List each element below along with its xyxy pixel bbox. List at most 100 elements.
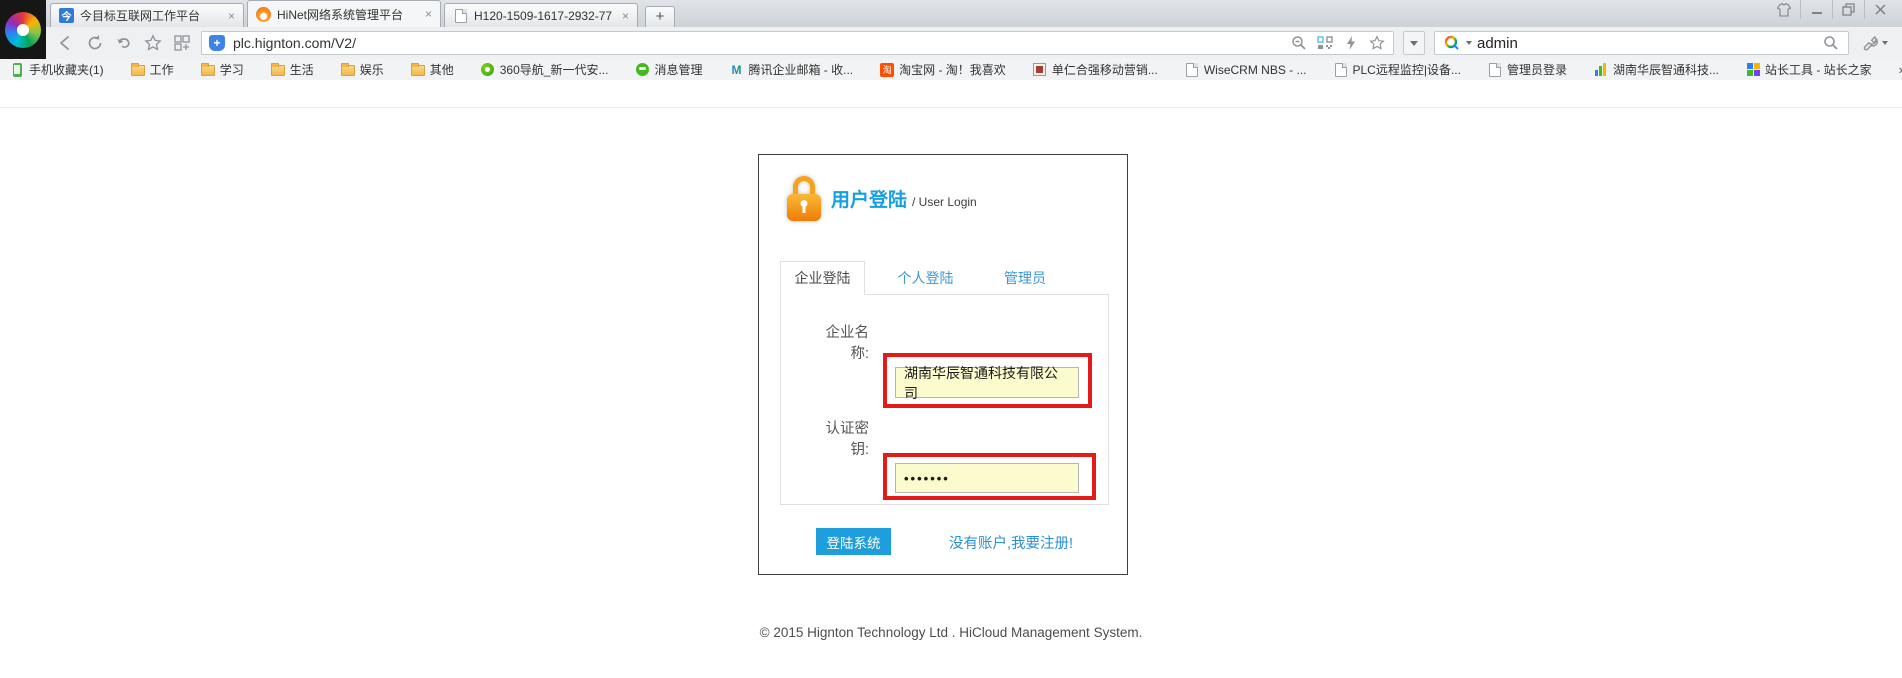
- search-box[interactable]: admin: [1434, 31, 1849, 55]
- undo-icon[interactable]: [114, 33, 134, 53]
- folder-icon: [201, 63, 215, 77]
- bookmark-label: 湖南华辰智通科技...: [1613, 61, 1719, 78]
- site-security-shield-icon[interactable]: [209, 35, 225, 51]
- bookmark-folder-work[interactable]: 工作: [131, 61, 174, 78]
- back-icon[interactable]: [56, 33, 76, 53]
- tab-hinet-active[interactable]: HiNet网络系统管理平台 ×: [247, 0, 441, 27]
- bookmark-label: 管理员登录: [1507, 61, 1567, 78]
- login-title-en: / User Login: [912, 195, 977, 209]
- tab-admin-login[interactable]: 管理员: [990, 261, 1060, 295]
- browser-window: 今 今目标互联网工作平台 × HiNet网络系统管理平台 × H120-1509…: [0, 0, 1902, 678]
- tab-strip: 今 今目标互联网工作平台 × HiNet网络系统管理平台 × H120-1509…: [0, 0, 1902, 27]
- auth-key-input[interactable]: •••••••: [895, 463, 1079, 493]
- favorites-star-icon[interactable]: [143, 33, 163, 53]
- blank-page-favicon: [453, 8, 468, 23]
- search-go-icon[interactable]: [1822, 34, 1840, 52]
- copyright-footer: © 2015 Hignton Technology Ltd . HiCloud …: [0, 625, 1902, 640]
- address-dropdown-button[interactable]: [1403, 31, 1425, 55]
- tab-enterprise-login[interactable]: 企业登陆: [780, 261, 865, 295]
- auth-key-label: 认证密钥:: [819, 419, 869, 461]
- register-link[interactable]: 没有账户,我要注册!: [949, 532, 1073, 553]
- tab-h120[interactable]: H120-1509-1617-2932-77 ×: [444, 3, 638, 27]
- photo-icon: [1033, 63, 1047, 77]
- bookmark-label: 腾讯企业邮箱 - 收...: [748, 61, 853, 78]
- message-icon: [635, 63, 649, 77]
- folder-icon: [131, 63, 145, 77]
- address-bar[interactable]: plc.hignton.com/V2/: [201, 31, 1394, 55]
- refresh-icon[interactable]: [85, 33, 105, 53]
- grid-icon: [1746, 63, 1760, 77]
- bookmark-label: PLC远程监控|设备...: [1353, 61, 1461, 78]
- web-page: 用户登陆 / User Login 企业登陆 个人登陆 管理员 企业名称: 湖南…: [0, 80, 1902, 678]
- toolbar: plc.hignton.com/V2/: [0, 27, 1902, 59]
- browser-chrome: 今 今目标互联网工作平台 × HiNet网络系统管理平台 × H120-1509…: [0, 0, 1902, 80]
- company-name-input[interactable]: 湖南华辰智通科技有限公司: [895, 367, 1079, 398]
- bookmark-webmaster-tools[interactable]: 站长工具 - 站长之家: [1746, 61, 1872, 78]
- browser-logo-button[interactable]: [0, 0, 46, 59]
- bookmark-360-nav[interactable]: 360导航_新一代安...: [481, 61, 609, 78]
- page-icon: [1185, 63, 1199, 77]
- window-controls: [1768, 0, 1896, 19]
- bookmark-plc-monitor[interactable]: PLC远程监控|设备...: [1334, 61, 1461, 78]
- qr-code-icon[interactable]: [1316, 34, 1334, 52]
- bookmark-folder-fun[interactable]: 娱乐: [341, 61, 384, 78]
- bookmark-wisecrm[interactable]: WiseCRM NBS - ...: [1185, 63, 1307, 77]
- bookmark-label: 站长工具 - 站长之家: [1765, 61, 1872, 78]
- login-tabs: 企业登陆 个人登陆 管理员: [780, 261, 1060, 295]
- close-window-icon[interactable]: [1864, 0, 1896, 19]
- lightning-turbo-icon[interactable]: [1342, 34, 1360, 52]
- new-tab-button[interactable]: +: [645, 6, 675, 27]
- tab-close-icon[interactable]: ×: [226, 9, 237, 23]
- search-input[interactable]: admin: [1477, 35, 1817, 52]
- bookmark-folder-other[interactable]: 其他: [411, 61, 454, 78]
- restore-icon[interactable]: [1832, 0, 1864, 19]
- settings-wrench-button[interactable]: [1858, 35, 1892, 52]
- tab-title: HiNet网络系统管理平台: [277, 6, 417, 23]
- bookmark-taobao[interactable]: 淘 淘宝网 - 淘！我喜欢: [880, 61, 1006, 78]
- tab-title: 今目标互联网工作平台: [80, 7, 220, 24]
- bar-chart-icon: [1594, 63, 1608, 77]
- bookmark-label: 单仁合强移动营销...: [1052, 61, 1158, 78]
- jinmubiao-favicon: 今: [59, 8, 74, 23]
- 360-nav-icon: [481, 63, 495, 77]
- bookmark-mobile-favorites[interactable]: 手机收藏夹(1): [10, 61, 104, 78]
- search-engine-dropdown-icon[interactable]: [1466, 41, 1472, 45]
- bookmark-message-mgmt[interactable]: 消息管理: [635, 61, 702, 78]
- bookmark-label: WiseCRM NBS - ...: [1204, 63, 1307, 77]
- bookmark-admin-login[interactable]: 管理员登录: [1488, 61, 1567, 78]
- tab-title: H120-1509-1617-2932-77: [474, 9, 614, 23]
- login-title: 用户登陆 / User Login: [831, 185, 977, 212]
- folder-icon: [341, 63, 355, 77]
- tab-jinmubiao[interactable]: 今 今目标互联网工作平台 ×: [50, 3, 244, 27]
- collect-grid-icon[interactable]: [172, 33, 192, 53]
- bookmark-label: 其他: [430, 61, 454, 78]
- bookmark-label: 手机收藏夹(1): [29, 61, 104, 78]
- url-text[interactable]: plc.hignton.com/V2/: [233, 35, 1282, 51]
- bookmark-label: 淘宝网 - 淘！我喜欢: [899, 61, 1006, 78]
- bookmarks-bar: 手机收藏夹(1) 工作 学习 生活 娱乐 其他: [0, 59, 1902, 80]
- page-icon: [1334, 63, 1348, 77]
- search-engine-icon[interactable]: [1443, 34, 1461, 52]
- theme-skin-icon[interactable]: [1768, 0, 1800, 19]
- bookmark-star-icon[interactable]: [1368, 34, 1386, 52]
- bookmark-label: 360导航_新一代安...: [500, 61, 609, 78]
- page-icon: [1488, 63, 1502, 77]
- bookmark-huachen-tech[interactable]: 湖南华辰智通科技...: [1594, 61, 1719, 78]
- bookmark-folder-study[interactable]: 学习: [201, 61, 244, 78]
- tab-personal-login[interactable]: 个人登陆: [883, 261, 968, 295]
- company-name-label: 企业名称:: [819, 323, 869, 365]
- bookmark-tencent-exmail[interactable]: M 腾讯企业邮箱 - 收...: [729, 61, 853, 78]
- zoom-out-icon[interactable]: [1290, 34, 1308, 52]
- login-submit-button[interactable]: 登陆系统: [816, 528, 891, 555]
- bookmark-label: 学习: [220, 61, 244, 78]
- hinet-favicon: [256, 7, 271, 22]
- login-form: 企业名称: 湖南华辰智通科技有限公司 认证密钥: •••••••: [780, 294, 1109, 505]
- wrench-dropdown-icon: [1882, 41, 1888, 45]
- minimize-icon[interactable]: [1800, 0, 1832, 19]
- tab-close-icon[interactable]: ×: [423, 7, 434, 21]
- folder-icon: [411, 63, 425, 77]
- bookmark-shanren-marketing[interactable]: 单仁合强移动营销...: [1033, 61, 1158, 78]
- bookmark-folder-life[interactable]: 生活: [271, 61, 314, 78]
- phone-icon: [10, 63, 24, 77]
- tab-close-icon[interactable]: ×: [620, 9, 631, 23]
